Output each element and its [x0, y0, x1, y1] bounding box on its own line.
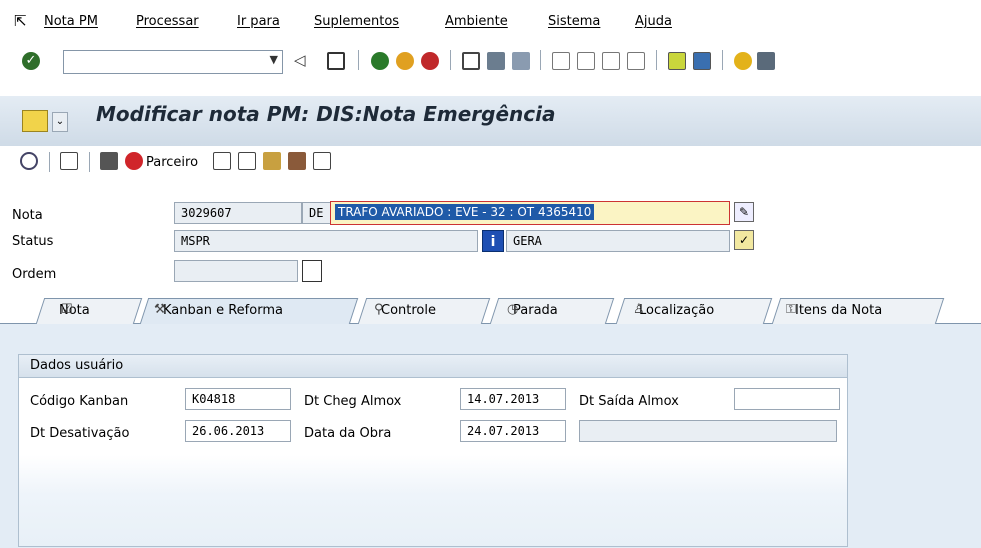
tab-itens-label: Itens da Nota	[795, 303, 883, 318]
save-icon[interactable]	[327, 52, 345, 70]
toolbar-separator	[656, 50, 657, 70]
dt-cheg-almox-field[interactable]: 14.07.2013	[460, 388, 566, 410]
toolbar-separator	[540, 50, 541, 70]
nota-label: Nota	[12, 208, 43, 223]
nota-description-text: TRAFO AVARIADO : EVE - 32 : OT 4365410	[335, 204, 595, 220]
chevron-down-icon[interactable]: ⌄	[52, 112, 68, 132]
info-icon[interactable]: i	[482, 230, 504, 252]
document-icon[interactable]	[213, 152, 231, 170]
action-icon[interactable]	[288, 152, 306, 170]
create-order-icon[interactable]	[302, 260, 322, 282]
dados-usuario-group	[18, 354, 848, 547]
find-icon[interactable]	[487, 52, 505, 70]
menu-processar[interactable]: Processar	[136, 14, 199, 29]
tab-parada-label: Parada	[513, 303, 558, 318]
create-session-icon[interactable]	[668, 52, 686, 70]
toolbar-separator	[358, 50, 359, 70]
dt-desativacao-field[interactable]: 26.06.2013	[185, 420, 291, 442]
status-label: Status	[12, 234, 54, 249]
magnifier-icon: ⚲	[374, 302, 384, 317]
tab-controle-label: Controle	[381, 303, 436, 318]
ordem-label: Ordem	[12, 267, 57, 282]
toolbar-separator	[722, 50, 723, 70]
group-header	[19, 355, 847, 378]
menu-ambiente[interactable]: Ambiente	[445, 14, 508, 29]
tab-kanban-reforma[interactable]: Kanban e Reforma	[139, 298, 359, 324]
group-title: Dados usuário	[30, 358, 124, 373]
dt-saida-almox-field[interactable]	[734, 388, 840, 410]
print-icon[interactable]	[462, 52, 480, 70]
long-text-icon[interactable]: ✎	[734, 202, 754, 222]
toolbar-separator	[49, 152, 50, 172]
partner-button[interactable]: Parceiro	[146, 155, 198, 170]
person-icon: ♙	[633, 302, 645, 317]
exit-icon[interactable]	[396, 52, 414, 70]
codigo-kanban-field[interactable]: K04818	[185, 388, 291, 410]
tab-kanban-label: Kanban e Reforma	[163, 303, 283, 318]
binoculars-icon[interactable]	[100, 152, 118, 170]
tab-nota[interactable]: Nota	[35, 298, 143, 324]
command-field[interactable]: ▼	[63, 50, 283, 74]
empty-readonly-field	[579, 420, 837, 442]
toolbar-separator	[89, 152, 90, 172]
edit-icon: ☑	[61, 302, 73, 317]
dt-desativacao-label: Dt Desativação	[30, 426, 130, 441]
dt-saida-almox-label: Dt Saída Almox	[579, 394, 679, 409]
menu-nota-pm[interactable]: Nota PM	[44, 14, 98, 29]
menu-arrow-icon[interactable]: ⇱	[14, 12, 27, 30]
last-page-icon[interactable]	[627, 52, 645, 70]
data-obra-field[interactable]: 24.07.2013	[460, 420, 566, 442]
toolbar-separator	[450, 50, 451, 70]
nota-description-field[interactable]: TRAFO AVARIADO : EVE - 32 : OT 4365410	[330, 201, 730, 225]
keys-icon: ⚿	[786, 302, 796, 317]
back-icon[interactable]: ◁	[294, 51, 306, 69]
data-obra-label: Data da Obra	[304, 426, 392, 441]
codigo-kanban-label: Código Kanban	[30, 394, 129, 409]
display-change-icon[interactable]	[20, 152, 38, 170]
catalog-icon[interactable]	[263, 152, 281, 170]
shortcut-icon[interactable]	[693, 52, 711, 70]
flag-icon[interactable]	[60, 152, 78, 170]
next-page-icon[interactable]	[602, 52, 620, 70]
help-icon[interactable]	[734, 52, 752, 70]
dt-cheg-almox-label: Dt Cheg Almox	[304, 394, 402, 409]
nota-type-field[interactable]: DE	[302, 202, 332, 224]
nota-number-field[interactable]: 3029607	[174, 202, 302, 224]
tab-localizacao-label: Localização	[639, 303, 715, 318]
find-next-icon[interactable]	[512, 52, 530, 70]
menu-suplementos[interactable]: Suplementos	[314, 14, 399, 29]
partner-icon[interactable]	[125, 152, 143, 170]
dropdown-icon[interactable]: ▼	[270, 53, 278, 66]
back-green-icon[interactable]	[371, 52, 389, 70]
menu-ajuda[interactable]: Ajuda	[635, 14, 672, 29]
transfer-icon[interactable]	[238, 152, 256, 170]
status-change-icon[interactable]: ✓	[734, 230, 754, 250]
layout-icon[interactable]	[757, 52, 775, 70]
screen-menu-icon[interactable]	[22, 110, 48, 132]
tools-icon: ⚒	[154, 302, 166, 317]
cancel-icon[interactable]	[421, 52, 439, 70]
clock-icon: ◷	[507, 302, 519, 317]
object-icon[interactable]	[313, 152, 331, 170]
menu-sistema[interactable]: Sistema	[548, 14, 600, 29]
prev-page-icon[interactable]	[577, 52, 595, 70]
menu-ir-para[interactable]: Ir para	[237, 14, 280, 29]
tab-itens-da-nota[interactable]: Itens da Nota	[771, 298, 945, 324]
user-status-field[interactable]: GERA	[506, 230, 730, 252]
status-field[interactable]: MSPR	[174, 230, 478, 252]
enter-icon[interactable]: ✓	[22, 52, 40, 70]
ordem-field[interactable]	[174, 260, 298, 282]
first-page-icon[interactable]	[552, 52, 570, 70]
page-title: Modificar nota PM: DIS:Nota Emergência	[96, 102, 556, 126]
